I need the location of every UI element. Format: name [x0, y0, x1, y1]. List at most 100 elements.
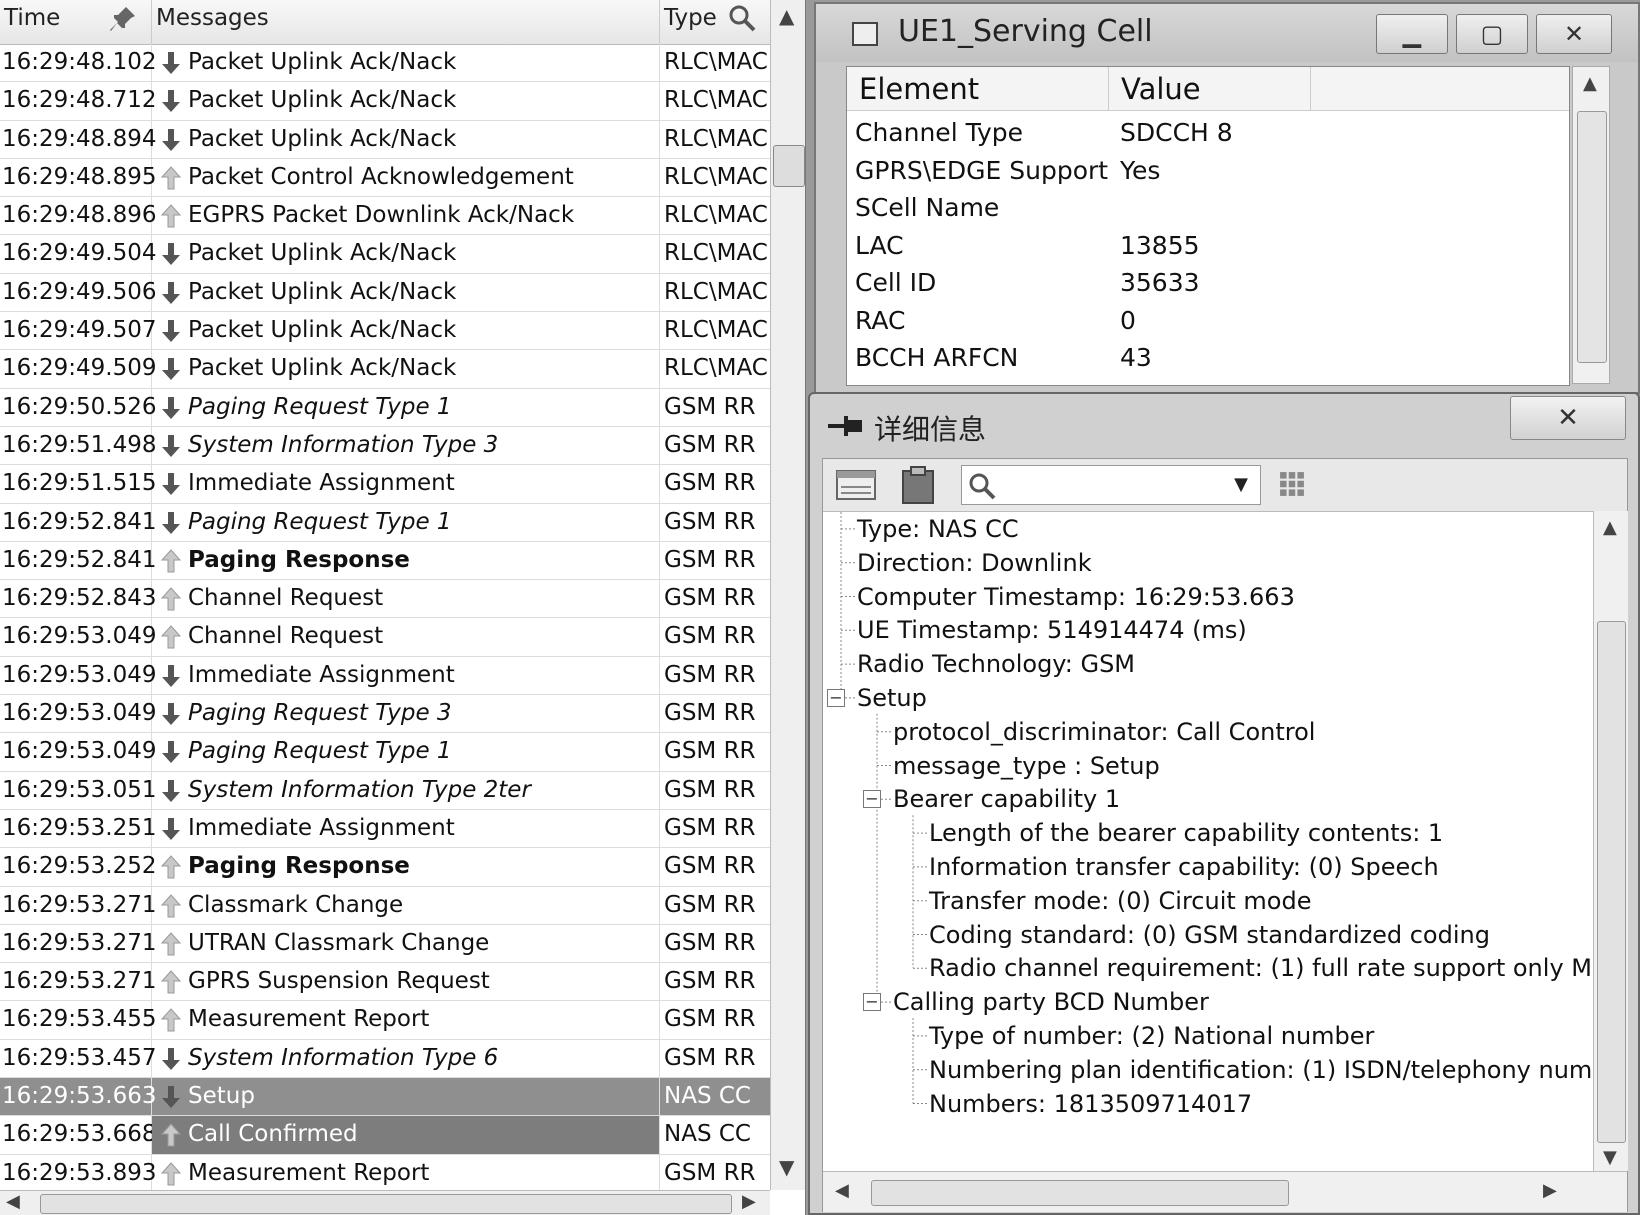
tree-node[interactable]: Computer Timestamp: 16:29:53.663 — [857, 580, 1295, 614]
scroll-right-arrow-icon[interactable]: ▶ — [1543, 1180, 1557, 1201]
table-row[interactable]: 16:29:48.712 Packet Uplink Ack/Nack RLC\MA… — [0, 82, 770, 121]
table-row[interactable]: 16:29:53.051 System Information Type 2ter… — [0, 771, 770, 810]
table-row[interactable]: 16:29:52.841 Paging Request Type 1 GSM RR — [0, 503, 770, 542]
serving-row[interactable]: Cell ID 35633 — [847, 263, 1569, 302]
table-row[interactable]: 16:29:53.457 System Information Type 6 GSM… — [0, 1039, 770, 1079]
tree-node[interactable]: Numbering plan identification: (1) ISDN/… — [929, 1053, 1593, 1087]
scrollbar-thumb[interactable] — [773, 145, 805, 187]
scroll-right-arrow-icon[interactable]: ▶ — [742, 1191, 756, 1212]
table-row[interactable]: 16:29:51.498 System Information Type 3 GSM… — [0, 426, 770, 466]
scroll-up-arrow-icon[interactable]: ▲ — [1583, 73, 1597, 94]
table-row[interactable]: 16:29:53.049 Immediate Assignment GSM RR — [0, 656, 770, 696]
scrollbar-thumb[interactable] — [1597, 621, 1626, 1143]
scroll-down-arrow-icon[interactable]: ▼ — [1603, 1147, 1617, 1168]
table-row[interactable]: 16:29:53.271 UTRAN Classmark Change GSM RR — [0, 924, 770, 964]
search-dropdown[interactable]: ▼ — [961, 465, 1261, 505]
table-row[interactable]: 16:29:53.049 Paging Request Type 3 GSM RR — [0, 695, 770, 734]
tree-node[interactable]: Direction: Downlink — [857, 546, 1092, 580]
chevron-down-icon[interactable]: ▼ — [1234, 474, 1248, 495]
log-vertical-scrollbar[interactable]: ▲ ▼ — [770, 0, 805, 1190]
table-row[interactable]: 16:29:52.843 Channel Request GSM RR — [0, 580, 770, 619]
table-row[interactable]: 16:29:49.509 Packet Uplink Ack/Nack RLC\MA… — [0, 350, 770, 389]
search-input[interactable] — [1002, 470, 1206, 502]
row-time: 16:29:53.271 — [0, 924, 157, 963]
table-row[interactable]: 16:29:49.506 Packet Uplink Ack/Nack RLC\MA… — [0, 273, 770, 313]
serving-row[interactable]: Channel Type SDCCH 8 — [847, 113, 1569, 152]
table-row[interactable]: 16:29:53.271 Classmark Change GSM RR — [0, 886, 770, 925]
clipboard-icon[interactable] — [893, 465, 943, 505]
table-row[interactable]: 16:29:48.896 EGPRS Packet Downlink Ack/Na… — [0, 197, 770, 236]
serving-row[interactable]: RAC 0 — [847, 301, 1569, 340]
scroll-up-arrow-icon[interactable]: ▲ — [779, 4, 794, 28]
table-row[interactable]: 16:29:49.507 Packet Uplink Ack/Nack RLC\MA… — [0, 312, 770, 351]
tree-node[interactable]: Calling party BCD Number — [893, 985, 1209, 1019]
collapse-toggle-icon[interactable]: − — [827, 688, 845, 707]
pin-icon[interactable] — [108, 4, 138, 34]
maximize-button[interactable]: ▢ — [1456, 14, 1528, 54]
close-button[interactable]: ✕ — [1510, 396, 1626, 440]
tree-node[interactable]: Radio channel requirement: (1) full rate… — [929, 951, 1593, 985]
scrollbar-thumb[interactable] — [871, 1180, 1289, 1206]
tree-node[interactable]: UE Timestamp: 514914474 (ms) — [857, 613, 1247, 647]
tree-node[interactable]: Information transfer capability: (0) Spe… — [929, 850, 1439, 884]
serving-row[interactable]: LAC 13855 — [847, 226, 1569, 265]
scroll-down-arrow-icon[interactable]: ▼ — [779, 1155, 794, 1179]
table-row[interactable]: 16:29:52.841 Paging Response GSM RR — [0, 541, 770, 581]
table-row[interactable]: 16:29:48.102 Packet Uplink Ack/Nack RLC\MA… — [0, 44, 770, 83]
table-row[interactable]: 16:29:53.893 Measurement Report GSM RR — [0, 1154, 770, 1193]
table-row[interactable]: 16:29:53.271 GPRS Suspension Request GSM R… — [0, 963, 770, 1002]
collapse-toggle-icon[interactable]: − — [863, 790, 881, 809]
table-row[interactable]: 16:29:49.504 Packet Uplink Ack/Nack RLC\MA… — [0, 235, 770, 274]
column-header-element[interactable]: Element — [847, 67, 1109, 111]
window-title: 详细信息 — [874, 413, 987, 446]
column-header-time[interactable]: Time — [0, 0, 152, 44]
grid-icon[interactable] — [1279, 471, 1305, 497]
tree-node[interactable]: Length of the bearer capability contents… — [929, 816, 1443, 850]
table-row[interactable]: 16:29:53.455 Measurement Report GSM RR — [0, 1001, 770, 1040]
table-row[interactable]: 16:29:53.251 Immediate Assignment GSM RR — [0, 809, 770, 849]
table-row[interactable]: 16:29:48.894 Packet Uplink Ack/Nack RLC\MA… — [0, 120, 770, 159]
scroll-left-arrow-icon[interactable]: ◀ — [835, 1180, 849, 1201]
tree-node[interactable]: protocol_discriminator: Call Control — [893, 715, 1315, 749]
tree-node[interactable]: Setup — [857, 681, 927, 715]
table-row[interactable]: 16:29:53.668 Call Confirmed NAS CC — [0, 1116, 770, 1155]
detail-vertical-scrollbar[interactable]: ▲ ▼ — [1593, 511, 1628, 1171]
row-type: RLC\MAC — [664, 163, 768, 190]
pin-icon[interactable] — [828, 412, 864, 440]
table-row[interactable]: 16:29:53.252 Paging Response GSM RR — [0, 848, 770, 887]
table-row[interactable]: 16:29:48.895 Packet Control Acknowledgeme… — [0, 158, 770, 198]
tree-node[interactable]: message_type : Setup — [893, 749, 1160, 783]
detail-horizontal-scrollbar[interactable]: ◀ ▶ — [823, 1171, 1627, 1212]
serving-vertical-scrollbar[interactable]: ▲ — [1572, 66, 1610, 384]
table-row[interactable]: 16:29:53.049 Channel Request GSM RR — [0, 618, 770, 657]
column-header-value[interactable]: Value — [1109, 67, 1311, 111]
table-row[interactable]: 16:29:53.663 Setup NAS CC — [0, 1078, 770, 1117]
column-header-type[interactable]: Type — [660, 0, 770, 44]
arrow-up-icon — [160, 1161, 182, 1186]
column-header-messages[interactable]: Messages — [152, 0, 797, 44]
window-titlebar[interactable]: UE1_Serving Cell ▁ ▢ ✕ — [816, 4, 1638, 62]
tree-node[interactable]: Type: NAS CC — [857, 512, 1019, 546]
tree-node[interactable]: Type of number: (2) National number — [929, 1019, 1374, 1053]
serving-row[interactable]: SCell Name — [847, 188, 1569, 227]
hex-view-icon[interactable] — [831, 465, 881, 505]
scroll-left-arrow-icon[interactable]: ◀ — [6, 1191, 20, 1212]
collapse-toggle-icon[interactable]: − — [863, 993, 881, 1012]
close-button[interactable]: ✕ — [1536, 14, 1612, 54]
row-type: GSM RR — [664, 431, 756, 458]
tree-node[interactable]: Coding standard: (0) GSM standardized co… — [929, 918, 1490, 952]
serving-row[interactable]: GPRS\EDGE Support Yes — [847, 151, 1569, 190]
tree-node[interactable]: Radio Technology: GSM — [857, 647, 1135, 681]
table-row[interactable]: 16:29:51.515 Immediate Assignment GSM RR — [0, 465, 770, 504]
table-row[interactable]: 16:29:53.049 Paging Request Type 1 GSM RR — [0, 733, 770, 772]
tree-node[interactable]: Transfer mode: (0) Circuit mode — [929, 884, 1311, 918]
tree-node[interactable]: Bearer capability 1 — [893, 782, 1120, 816]
scrollbar-thumb[interactable] — [1577, 111, 1607, 363]
scrollbar-thumb[interactable] — [40, 1194, 732, 1214]
scroll-up-arrow-icon[interactable]: ▲ — [1603, 517, 1617, 538]
minimize-button[interactable]: ▁ — [1376, 14, 1448, 54]
table-row[interactable]: 16:29:50.526 Paging Request Type 1 GSM RR — [0, 388, 770, 427]
serving-row[interactable]: BCCH ARFCN 43 — [847, 338, 1569, 377]
tree-node[interactable]: Numbers: 1813509714017 — [929, 1087, 1252, 1121]
log-horizontal-scrollbar[interactable]: ◀ ▶ — [0, 1190, 770, 1215]
